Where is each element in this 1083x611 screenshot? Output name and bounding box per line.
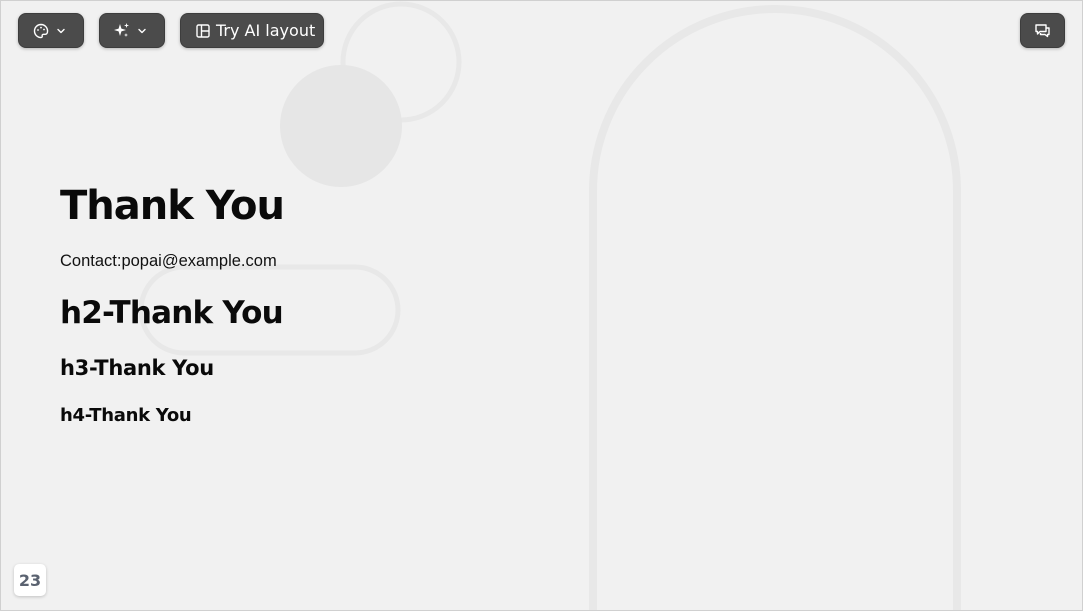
sparkles-icon [113, 22, 130, 39]
heading-h3[interactable]: h3-Thank You [60, 356, 214, 380]
decor-arch [589, 5, 961, 610]
ai-magic-button[interactable] [99, 13, 165, 48]
chevron-down-icon [55, 25, 67, 37]
palette-icon [33, 23, 49, 39]
decor-circle [280, 65, 402, 187]
try-ai-layout-label: Try AI layout [216, 21, 316, 40]
theme-button[interactable] [18, 13, 84, 48]
comment-icon [1034, 22, 1051, 39]
heading-h2[interactable]: h2-Thank You [60, 295, 284, 331]
slide-title[interactable]: Thank You [60, 183, 285, 229]
contact-text[interactable]: Contact:popai@example.com [60, 252, 277, 271]
heading-h4[interactable]: h4-Thank You [60, 405, 192, 426]
comment-button[interactable] [1020, 13, 1065, 48]
slide-canvas: Try AI layout Thank You Contact:popai@ex… [0, 0, 1083, 611]
layout-icon [195, 23, 211, 39]
try-ai-layout-button[interactable]: Try AI layout [180, 13, 324, 48]
chevron-down-icon [136, 25, 148, 37]
page-number-badge: 23 [14, 564, 46, 596]
